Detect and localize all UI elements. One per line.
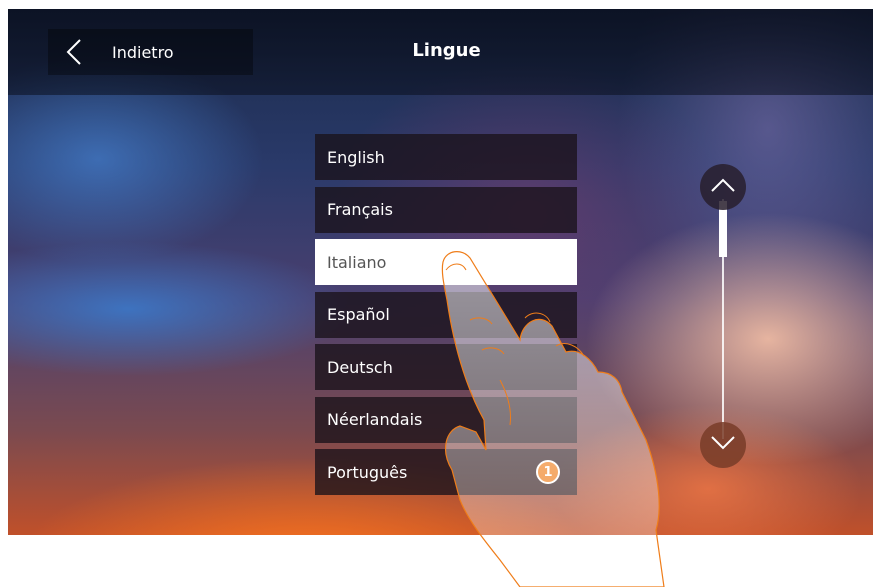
language-list: English Français Italiano Español Deutsc… [315,134,577,502]
language-item-francais[interactable]: Français [315,186,577,233]
language-label: English [327,147,385,167]
language-label: Deutsch [327,357,393,377]
language-label: Néerlandais [327,410,423,429]
language-label: Português [327,462,408,482]
chevron-up-icon [710,177,736,197]
page-title: Lingue [412,40,481,61]
language-item-english[interactable]: English [315,134,577,180]
language-label: Español [327,305,390,324]
language-label: Italiano [327,252,387,272]
scroll-down-button[interactable] [700,422,746,468]
language-label: Français [327,200,393,219]
scroll-up-button[interactable] [700,164,746,210]
callout-badge: 1 [536,460,560,484]
language-item-portugues[interactable]: Português 1 [315,449,577,495]
chevron-down-icon [710,435,736,455]
language-item-italiano[interactable]: Italiano [315,239,577,285]
intercom-screen: Indietro Lingue English Français Italian… [8,9,873,535]
top-bar: Indietro Lingue [8,9,873,95]
language-item-espanol[interactable]: Español [315,291,577,338]
language-item-neerlandais[interactable]: Néerlandais [315,396,577,443]
language-item-deutsch[interactable]: Deutsch [315,344,577,390]
